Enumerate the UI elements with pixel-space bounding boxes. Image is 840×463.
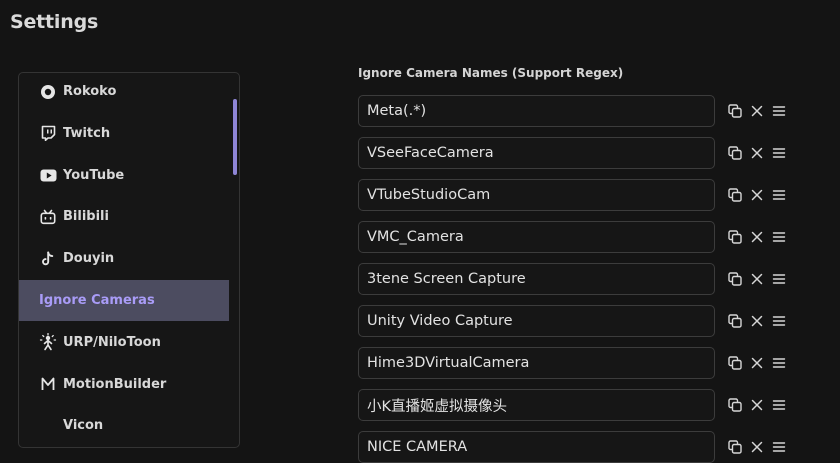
rokoko-icon <box>39 83 57 101</box>
sidebar-item-rokoko[interactable]: Rokoko <box>19 73 229 112</box>
sidebar-item-label: Bilibili <box>63 209 109 225</box>
camera-name-input[interactable] <box>358 95 715 127</box>
copy-icon <box>728 104 742 118</box>
drag-handle[interactable] <box>771 103 787 119</box>
drag-handle-icon <box>772 105 786 117</box>
camera-entry-row <box>358 389 798 421</box>
drag-handle-icon <box>772 441 786 453</box>
close-icon <box>751 273 763 285</box>
copy-button[interactable] <box>727 187 743 203</box>
nilotoon-icon <box>39 333 57 351</box>
page-title: Settings <box>10 11 99 33</box>
camera-entry-row <box>358 305 798 337</box>
drag-handle[interactable] <box>771 355 787 371</box>
drag-handle[interactable] <box>771 271 787 287</box>
youtube-icon <box>39 166 57 184</box>
sidebar-item-label: Douyin <box>63 251 115 267</box>
drag-handle[interactable] <box>771 145 787 161</box>
camera-name-input[interactable] <box>358 431 715 463</box>
sidebar-item-bilibili[interactable]: Bilibili <box>19 196 229 237</box>
copy-icon <box>728 398 742 412</box>
copy-button[interactable] <box>727 271 743 287</box>
sidebar-item-ignore-cameras[interactable]: Ignore Cameras <box>19 280 229 321</box>
douyin-icon <box>39 250 57 268</box>
sidebar-item-twitch[interactable]: Twitch <box>19 113 229 154</box>
copy-icon <box>728 356 742 370</box>
copy-icon <box>728 146 742 160</box>
remove-button[interactable] <box>749 145 765 161</box>
camera-name-input[interactable] <box>358 263 715 295</box>
close-icon <box>751 399 763 411</box>
close-icon <box>751 315 763 327</box>
remove-button[interactable] <box>749 355 765 371</box>
drag-handle-icon <box>772 399 786 411</box>
sidebar-item-label: URP/NiloToon <box>63 334 161 350</box>
sidebar-item-label: MotionBuilder <box>63 376 167 392</box>
copy-icon <box>728 440 742 454</box>
sidebar-item-youtube[interactable]: YouTube <box>19 155 229 196</box>
camera-name-input[interactable] <box>358 137 715 169</box>
camera-entry-row <box>358 347 798 379</box>
camera-name-input[interactable] <box>358 347 715 379</box>
sidebar-item-douyin[interactable]: Douyin <box>19 238 229 279</box>
drag-handle-icon <box>772 315 786 327</box>
drag-handle[interactable] <box>771 229 787 245</box>
copy-button[interactable] <box>727 397 743 413</box>
remove-button[interactable] <box>749 229 765 245</box>
close-icon <box>751 357 763 369</box>
sidebar-item-label: Ignore Cameras <box>39 293 155 308</box>
copy-button[interactable] <box>727 229 743 245</box>
close-icon <box>751 105 763 117</box>
camera-name-input[interactable] <box>358 305 715 337</box>
motionbuilder-icon <box>39 375 57 393</box>
remove-button[interactable] <box>749 187 765 203</box>
section-label: Ignore Camera Names (Support Regex) <box>358 66 624 80</box>
sidebar-scrollbar[interactable] <box>233 99 237 175</box>
copy-icon <box>728 314 742 328</box>
drag-handle-icon <box>772 231 786 243</box>
sidebar-item-label: YouTube <box>63 167 125 183</box>
camera-entry-row <box>358 431 798 463</box>
camera-entry-row <box>358 221 798 253</box>
sidebar-item-urp-nilotoon[interactable]: URP/NiloToon <box>19 322 229 363</box>
copy-button[interactable] <box>727 313 743 329</box>
bilibili-icon <box>39 208 57 226</box>
camera-entry-row <box>358 263 798 295</box>
sidebar-item-vicon[interactable]: Vicon <box>19 405 229 446</box>
drag-handle-icon <box>772 147 786 159</box>
sidebar-item-motionbuilder[interactable]: MotionBuilder <box>19 364 229 405</box>
camera-entry-row <box>358 95 798 127</box>
copy-icon <box>728 230 742 244</box>
drag-handle-icon <box>772 189 786 201</box>
camera-name-input[interactable] <box>358 179 715 211</box>
remove-button[interactable] <box>749 397 765 413</box>
drag-handle[interactable] <box>771 397 787 413</box>
close-icon <box>751 189 763 201</box>
copy-icon <box>728 272 742 286</box>
camera-name-input[interactable] <box>358 389 715 421</box>
sidebar-item-label: Vicon <box>63 418 104 434</box>
sidebar: Rokoko Twitch YouTube Bilibili Douyin Ignore … <box>18 72 240 448</box>
remove-button[interactable] <box>749 103 765 119</box>
copy-button[interactable] <box>727 145 743 161</box>
drag-handle[interactable] <box>771 313 787 329</box>
camera-entry-row <box>358 137 798 169</box>
close-icon <box>751 147 763 159</box>
camera-name-input[interactable] <box>358 221 715 253</box>
twitch-icon <box>39 124 57 142</box>
camera-entry-row <box>358 179 798 211</box>
drag-handle-icon <box>772 357 786 369</box>
drag-handle[interactable] <box>771 187 787 203</box>
remove-button[interactable] <box>749 313 765 329</box>
copy-button[interactable] <box>727 355 743 371</box>
remove-button[interactable] <box>749 271 765 287</box>
sidebar-item-label: Twitch <box>63 125 111 141</box>
close-icon <box>751 441 763 453</box>
close-icon <box>751 231 763 243</box>
copy-button[interactable] <box>727 103 743 119</box>
drag-handle-icon <box>772 273 786 285</box>
copy-icon <box>728 188 742 202</box>
sidebar-item-label: Rokoko <box>63 84 117 99</box>
